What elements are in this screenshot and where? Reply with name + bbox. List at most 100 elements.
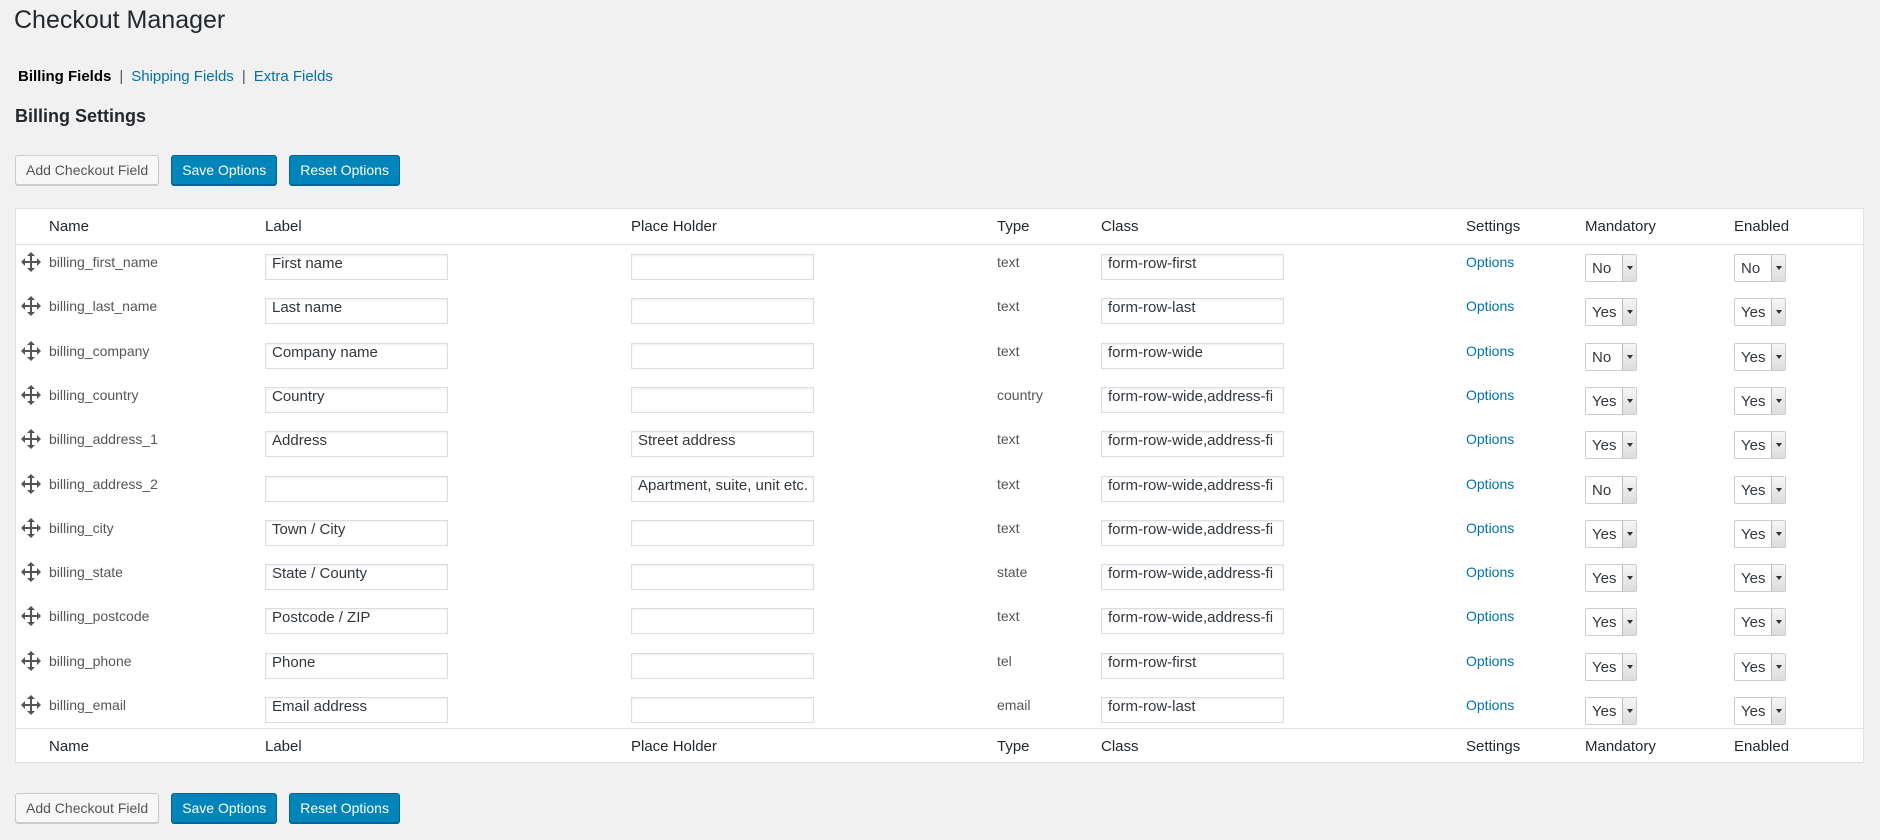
- nav-separator: |: [241, 68, 246, 85]
- add-checkout-field-button[interactable]: Add Checkout Field: [15, 155, 160, 185]
- move-arrows-icon[interactable]: [21, 562, 41, 583]
- class-input[interactable]: form-row-last: [1101, 298, 1284, 325]
- move-arrows-icon[interactable]: [21, 650, 41, 671]
- placeholder-input[interactable]: [631, 386, 814, 413]
- label-input[interactable]: Address: [265, 431, 448, 458]
- nav-billing-fields[interactable]: Billing Fields: [18, 68, 111, 85]
- enabled-select[interactable]: Yes: [1734, 475, 1786, 504]
- enabled-select[interactable]: Yes: [1734, 608, 1786, 637]
- placeholder-input[interactable]: [631, 697, 814, 723]
- placeholder-input[interactable]: [631, 298, 814, 325]
- move-arrows-icon[interactable]: [21, 340, 41, 361]
- enabled-select[interactable]: Yes: [1734, 342, 1786, 371]
- label-input[interactable]: Country: [265, 386, 448, 413]
- mandatory-select[interactable]: Yes: [1585, 564, 1637, 593]
- mandatory-select[interactable]: Yes: [1585, 298, 1637, 327]
- nav-shipping-fields[interactable]: Shipping Fields: [131, 68, 234, 85]
- label-input[interactable]: [265, 475, 448, 502]
- enabled-value: No: [1741, 260, 1761, 277]
- mandatory-select[interactable]: Yes: [1585, 652, 1637, 681]
- mandatory-select[interactable]: No: [1585, 254, 1637, 282]
- mandatory-value: Yes: [1592, 658, 1617, 676]
- options-link[interactable]: Options: [1466, 387, 1514, 403]
- add-checkout-field-button[interactable]: Add Checkout Field: [15, 793, 160, 823]
- move-arrows-icon[interactable]: [21, 296, 41, 317]
- mandatory-select[interactable]: Yes: [1585, 519, 1637, 548]
- placeholder-input[interactable]: [631, 519, 814, 546]
- enabled-select[interactable]: Yes: [1734, 564, 1786, 593]
- options-link[interactable]: Options: [1466, 697, 1514, 713]
- move-arrows-icon[interactable]: [21, 473, 41, 494]
- options-link[interactable]: Options: [1466, 608, 1514, 624]
- options-link[interactable]: Options: [1466, 254, 1514, 270]
- chevron-down-icon: [1771, 343, 1785, 370]
- options-link[interactable]: Options: [1466, 298, 1514, 314]
- enabled-select[interactable]: Yes: [1734, 697, 1786, 725]
- label-input[interactable]: Phone: [265, 652, 448, 679]
- save-options-button[interactable]: Save Options: [171, 793, 278, 823]
- field-name: billing_email: [49, 697, 127, 713]
- class-input[interactable]: form-row-first: [1101, 254, 1284, 280]
- nav-separator: |: [119, 68, 124, 85]
- mandatory-select[interactable]: No: [1585, 475, 1637, 504]
- reset-options-button[interactable]: Reset Options: [289, 793, 400, 823]
- class-input[interactable]: form-row-wide,address-fi: [1101, 519, 1284, 546]
- chevron-down-icon: [1771, 565, 1785, 592]
- mandatory-value: Yes: [1592, 614, 1617, 632]
- mandatory-select[interactable]: Yes: [1585, 608, 1637, 637]
- field-name: billing_last_name: [49, 298, 158, 315]
- mandatory-value: Yes: [1592, 437, 1617, 455]
- placeholder-input[interactable]: Street address: [631, 431, 814, 458]
- class-input[interactable]: form-row-last: [1101, 697, 1284, 723]
- placeholder-input[interactable]: [631, 652, 814, 679]
- class-input[interactable]: form-row-wide,address-fi: [1101, 386, 1284, 413]
- label-input[interactable]: Company name: [265, 342, 448, 369]
- options-link[interactable]: Options: [1466, 476, 1514, 492]
- label-input[interactable]: Last name: [265, 298, 448, 325]
- placeholder-input[interactable]: [631, 342, 814, 369]
- placeholder-input[interactable]: [631, 254, 814, 280]
- move-arrows-icon[interactable]: [21, 695, 41, 715]
- label-input[interactable]: State / County: [265, 564, 448, 591]
- enabled-select[interactable]: Yes: [1734, 386, 1786, 415]
- enabled-value: Yes: [1741, 348, 1766, 366]
- mandatory-select[interactable]: Yes: [1585, 386, 1637, 415]
- class-input[interactable]: form-row-wide,address-fi: [1101, 564, 1284, 591]
- class-input[interactable]: form-row-wide,address-fi: [1101, 431, 1284, 458]
- mandatory-select[interactable]: No: [1585, 342, 1637, 371]
- move-arrows-icon[interactable]: [21, 517, 41, 538]
- enabled-select[interactable]: Yes: [1734, 298, 1786, 327]
- options-link[interactable]: Options: [1466, 343, 1514, 359]
- label-input[interactable]: First name: [265, 254, 448, 280]
- options-link[interactable]: Options: [1466, 520, 1514, 536]
- options-link[interactable]: Options: [1466, 564, 1514, 580]
- subsubsub-nav: Billing Fields | Shipping Fields | Extra…: [18, 68, 333, 85]
- mandatory-select[interactable]: Yes: [1585, 431, 1637, 460]
- move-arrows-icon[interactable]: [21, 384, 41, 405]
- placeholder-input[interactable]: [631, 564, 814, 591]
- enabled-select[interactable]: No: [1734, 254, 1786, 282]
- class-input[interactable]: form-row-first: [1101, 652, 1284, 679]
- options-link[interactable]: Options: [1466, 431, 1514, 447]
- label-input[interactable]: Town / City: [265, 519, 448, 546]
- chevron-down-icon: [1622, 565, 1636, 592]
- mandatory-select[interactable]: Yes: [1585, 697, 1637, 725]
- placeholder-input[interactable]: Apartment, suite, unit etc.: [631, 475, 814, 502]
- options-link[interactable]: Options: [1466, 653, 1514, 669]
- enabled-select[interactable]: Yes: [1734, 652, 1786, 681]
- class-input[interactable]: form-row-wide,address-fi: [1101, 475, 1284, 502]
- class-input[interactable]: form-row-wide,address-fi: [1101, 608, 1284, 635]
- placeholder-input[interactable]: [631, 608, 814, 635]
- label-input[interactable]: Postcode / ZIP: [265, 608, 448, 635]
- enabled-select[interactable]: Yes: [1734, 431, 1786, 460]
- move-arrows-icon[interactable]: [21, 429, 41, 450]
- field-type: text: [997, 431, 1020, 448]
- enabled-select[interactable]: Yes: [1734, 519, 1786, 548]
- reset-options-button[interactable]: Reset Options: [289, 155, 400, 185]
- move-arrows-icon[interactable]: [21, 606, 41, 627]
- save-options-button[interactable]: Save Options: [171, 155, 278, 185]
- class-input[interactable]: form-row-wide: [1101, 342, 1284, 369]
- nav-extra-fields[interactable]: Extra Fields: [254, 68, 333, 85]
- move-arrows-icon[interactable]: [21, 252, 41, 272]
- label-input[interactable]: Email address: [265, 697, 448, 723]
